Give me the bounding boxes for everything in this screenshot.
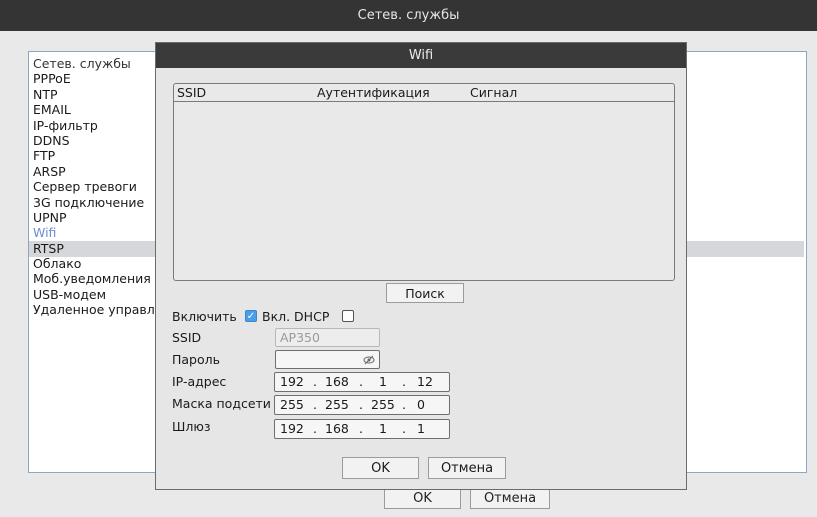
mask-octet-3[interactable]: 255 xyxy=(371,396,395,414)
service-item-pppoe[interactable]: PPPoE xyxy=(31,71,171,86)
ip-octet-3[interactable]: 1 xyxy=(379,373,387,391)
service-item-mobile-notify[interactable]: Моб.уведомления xyxy=(31,271,171,286)
ssid-field[interactable]: AP350 xyxy=(275,328,380,347)
mask-octet-2[interactable]: 255 xyxy=(325,396,349,414)
gateway-octet-3[interactable]: 1 xyxy=(379,420,387,438)
service-item-usb-modem[interactable]: USB-модем xyxy=(31,287,171,302)
mask-label: Маска подсети xyxy=(172,396,271,411)
ip-octet-4[interactable]: 12 xyxy=(417,373,433,391)
ip-octet-2[interactable]: 168 xyxy=(325,373,349,391)
eye-icon[interactable] xyxy=(363,354,375,366)
mask-octet-4[interactable]: 0 xyxy=(417,396,425,414)
dhcp-checkbox[interactable] xyxy=(342,310,354,322)
service-item-remote-control[interactable]: Удаленное управле xyxy=(31,302,171,317)
column-signal: Сигнал xyxy=(470,85,518,100)
subnet-mask-field[interactable]: 255 . 255 . 255 . 0 xyxy=(274,395,450,415)
dialog-cancel-button[interactable]: Отмена xyxy=(428,457,506,479)
gateway-field[interactable]: 192 . 168 . 1 . 1 xyxy=(274,419,450,439)
column-ssid: SSID xyxy=(177,85,207,100)
gateway-octet-1[interactable]: 192 xyxy=(280,420,304,438)
window-title: Сетев. службы xyxy=(357,8,460,23)
dhcp-label: Вкл. DHCP xyxy=(262,309,330,324)
mask-octet-1[interactable]: 255 xyxy=(280,396,304,414)
ssid-label: SSID xyxy=(172,330,202,345)
service-item-arsp[interactable]: ARSP xyxy=(31,164,171,179)
enable-label: Включить xyxy=(172,309,237,324)
ip-label: IP-адрес xyxy=(172,374,227,389)
dialog-title-bar: Wifi xyxy=(156,43,686,68)
gateway-octet-2[interactable]: 168 xyxy=(325,420,349,438)
service-item-ntp[interactable]: NTP xyxy=(31,87,171,102)
network-table-header: SSID Аутентификация Сигнал xyxy=(174,84,674,102)
window-title-bar: Сетев. службы xyxy=(0,0,817,31)
service-item-ftp[interactable]: FTP xyxy=(31,148,171,163)
wifi-dialog: Wifi SSID Аутентификация Сигнал Поиск Вк… xyxy=(155,42,687,490)
service-item-rtsp[interactable]: RTSP xyxy=(31,241,171,256)
services-list-header: Сетев. службы xyxy=(33,56,131,71)
dialog-title: Wifi xyxy=(408,48,434,63)
search-button[interactable]: Поиск xyxy=(386,283,464,303)
password-label: Пароль xyxy=(172,352,220,367)
outer-ok-button[interactable]: OK xyxy=(384,487,461,509)
services-list: Сетев. службы PPPoE NTP EMAIL IP-фильтр … xyxy=(31,56,171,318)
column-auth: Аутентификация xyxy=(317,85,430,100)
service-item-ip-filter[interactable]: IP-фильтр xyxy=(31,118,171,133)
password-field[interactable] xyxy=(275,350,380,369)
service-item-3g[interactable]: 3G подключение xyxy=(31,195,171,210)
gateway-octet-4[interactable]: 1 xyxy=(417,420,425,438)
outer-cancel-button[interactable]: Отмена xyxy=(470,487,550,509)
ip-octet-1[interactable]: 192 xyxy=(280,373,304,391)
service-item-ddns[interactable]: DDNS xyxy=(31,133,171,148)
service-item-email[interactable]: EMAIL xyxy=(31,102,171,117)
ip-address-field[interactable]: 192 . 168 . 1 . 12 xyxy=(274,372,450,392)
gateway-label: Шлюз xyxy=(172,419,211,434)
selected-row-highlight-right xyxy=(686,241,804,257)
service-item-upnp[interactable]: UPNP xyxy=(31,210,171,225)
service-item-cloud[interactable]: Облако xyxy=(31,256,171,271)
network-table[interactable]: SSID Аутентификация Сигнал xyxy=(173,83,675,281)
service-item-wifi[interactable]: Wifi xyxy=(31,225,171,240)
enable-checkbox[interactable]: ✓ xyxy=(245,310,257,322)
service-item-alarm-server[interactable]: Сервер тревоги xyxy=(31,179,171,194)
dialog-ok-button[interactable]: OK xyxy=(342,457,419,479)
